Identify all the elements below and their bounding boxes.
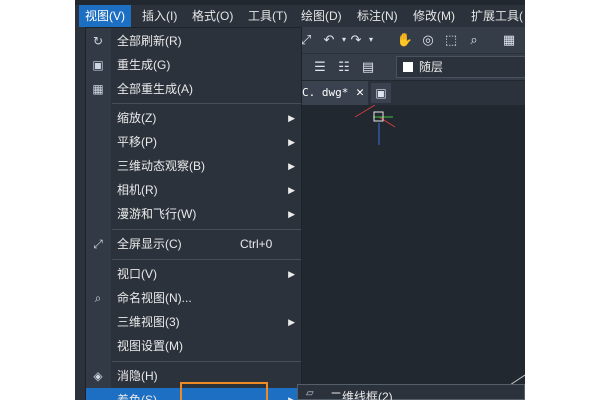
submenu-item-2d-wireframe[interactable]: ▱ 二维线框(2) <box>297 384 525 400</box>
menu-item-label: 着色(S) <box>117 393 157 400</box>
submenu-arrow-icon: ▶ <box>288 185 295 195</box>
menu-item-zoom[interactable]: 缩放(Z) ▶ <box>86 106 301 130</box>
new-document-icon[interactable]: ▣ <box>371 83 391 103</box>
menu-item-regen-all[interactable]: ▦ 全部重生成(A) <box>86 77 301 101</box>
menu-item-label: 相机(R) <box>117 183 158 197</box>
fullscreen-icon: ⤢ <box>93 237 103 251</box>
menu-item-viewports[interactable]: 视口(V) ▶ <box>86 262 301 286</box>
menu-item-redraw-all[interactable]: ↻ 全部刷新(R) <box>86 29 301 53</box>
menu-item-shortcut: Ctrl+0 <box>240 237 273 251</box>
menu-item-named-views[interactable]: ⌕ 命名视图(N)... <box>86 286 301 310</box>
menu-modify[interactable]: 修改(M) <box>407 5 461 27</box>
layer-properties-icon[interactable]: ☰ <box>311 54 329 80</box>
menu-item-label: 全部重生成(A) <box>117 82 193 96</box>
close-icon[interactable]: ✕ <box>356 81 364 105</box>
hand-icon[interactable]: ✋ <box>396 27 414 53</box>
cad-application-window: 视图(V) 插入(I) 格式(O) 工具(T) 绘图(D) 标注(N) 修改(M… <box>75 0 525 400</box>
menu-item-view-settings[interactable]: 视图设置(M) <box>86 334 301 358</box>
submenu-arrow-icon: ▶ <box>288 113 295 123</box>
layer-state-icon[interactable]: ☷ <box>335 54 353 80</box>
submenu-arrow-icon: ▶ <box>288 161 295 171</box>
zoom-window-icon[interactable]: ⬚ <box>442 27 460 53</box>
menu-item-pan[interactable]: 平移(P) ▶ <box>86 130 301 154</box>
annotation-highlight-box <box>180 382 268 400</box>
document-tab[interactable]: C. dwg* ✕ <box>298 81 368 105</box>
menu-item-label: 重生成(G) <box>117 58 171 72</box>
menu-separator <box>112 259 301 260</box>
layer-dropdown[interactable]: 随层 <box>396 56 525 78</box>
menu-item-label: 全部刷新(R) <box>117 34 182 48</box>
menu-item-fullscreen[interactable]: ⤢ 全屏显示(C) Ctrl+0 <box>86 232 301 256</box>
left-panel-strip <box>75 27 85 400</box>
menu-insert[interactable]: 插入(I) <box>136 5 183 27</box>
layer-previous-icon[interactable]: ▤ <box>359 54 377 80</box>
menu-view[interactable]: 视图(V) <box>79 5 131 27</box>
refresh-icon: ↻ <box>92 34 104 48</box>
menu-item-camera[interactable]: 相机(R) ▶ <box>86 178 301 202</box>
menu-item-walk-fly[interactable]: 漫游和飞行(W) ▶ <box>86 202 301 226</box>
menu-bar: 视图(V) 插入(I) 格式(O) 工具(T) 绘图(D) 标注(N) 修改(M… <box>75 5 525 27</box>
zoom-realtime-icon[interactable]: ◎ <box>419 27 437 53</box>
menu-item-label: 三维视图(3) <box>117 315 180 329</box>
submenu-arrow-icon: ▶ <box>288 209 295 219</box>
wireframe-icon: ▱ <box>306 388 314 399</box>
menu-item-label: 三维动态观察(B) <box>117 159 205 173</box>
submenu-arrow-icon: ▶ <box>288 317 295 327</box>
menu-item-label: 全屏显示(C) <box>117 237 182 251</box>
calculator-icon[interactable]: ▦ <box>500 27 518 53</box>
menu-item-3d-views[interactable]: 三维视图(3) ▶ <box>86 310 301 334</box>
menu-item-regen[interactable]: ▣ 重生成(G) <box>86 53 301 77</box>
menu-item-label: 命名视图(N)... <box>117 291 192 305</box>
menu-separator <box>112 229 301 230</box>
submenu-arrow-icon: ▶ <box>288 269 295 279</box>
submenu-arrow-icon: ▶ <box>288 137 295 147</box>
menu-tools[interactable]: 工具(T) <box>242 5 293 27</box>
redo-dropdown-icon[interactable]: ▾ <box>362 27 380 53</box>
layer-color-swatch <box>403 62 413 72</box>
menu-dimension[interactable]: 标注(N) <box>351 5 404 27</box>
named-view-icon: ⌕ <box>94 291 102 305</box>
menu-item-label: 缩放(Z) <box>117 111 157 125</box>
submenu-item-label: 二维线框(2) <box>330 390 393 400</box>
menu-item-label: 视口(V) <box>117 267 157 281</box>
regen-icon: ▣ <box>92 58 104 72</box>
submenu-arrow-icon: ▶ <box>288 395 295 400</box>
menu-item-label: 平移(P) <box>117 135 157 149</box>
menu-item-3d-orbit[interactable]: 三维动态观察(B) ▶ <box>86 154 301 178</box>
menu-separator <box>112 361 301 362</box>
document-tab-name: C. dwg* <box>302 86 349 99</box>
menu-item-label: 漫游和飞行(W) <box>117 207 197 221</box>
menu-separator <box>112 103 301 104</box>
menu-draw[interactable]: 绘图(D) <box>295 5 348 27</box>
menu-item-label: 消隐(H) <box>117 369 158 383</box>
view-menu-dropdown: ↻ 全部刷新(R) ▣ 重生成(G) ▦ 全部重生成(A) 缩放(Z) ▶ 平移… <box>85 27 302 400</box>
hide-icon: ◈ <box>93 369 103 383</box>
layer-current-label: 随层 <box>419 60 444 74</box>
menu-item-label: 视图设置(M) <box>117 339 183 353</box>
regen-all-icon: ▦ <box>92 82 104 96</box>
menu-format[interactable]: 格式(O) <box>186 5 239 27</box>
zoom-previous-icon[interactable]: ⌕ <box>465 27 483 53</box>
menu-extended-tools[interactable]: 扩展工具( <box>465 5 525 27</box>
